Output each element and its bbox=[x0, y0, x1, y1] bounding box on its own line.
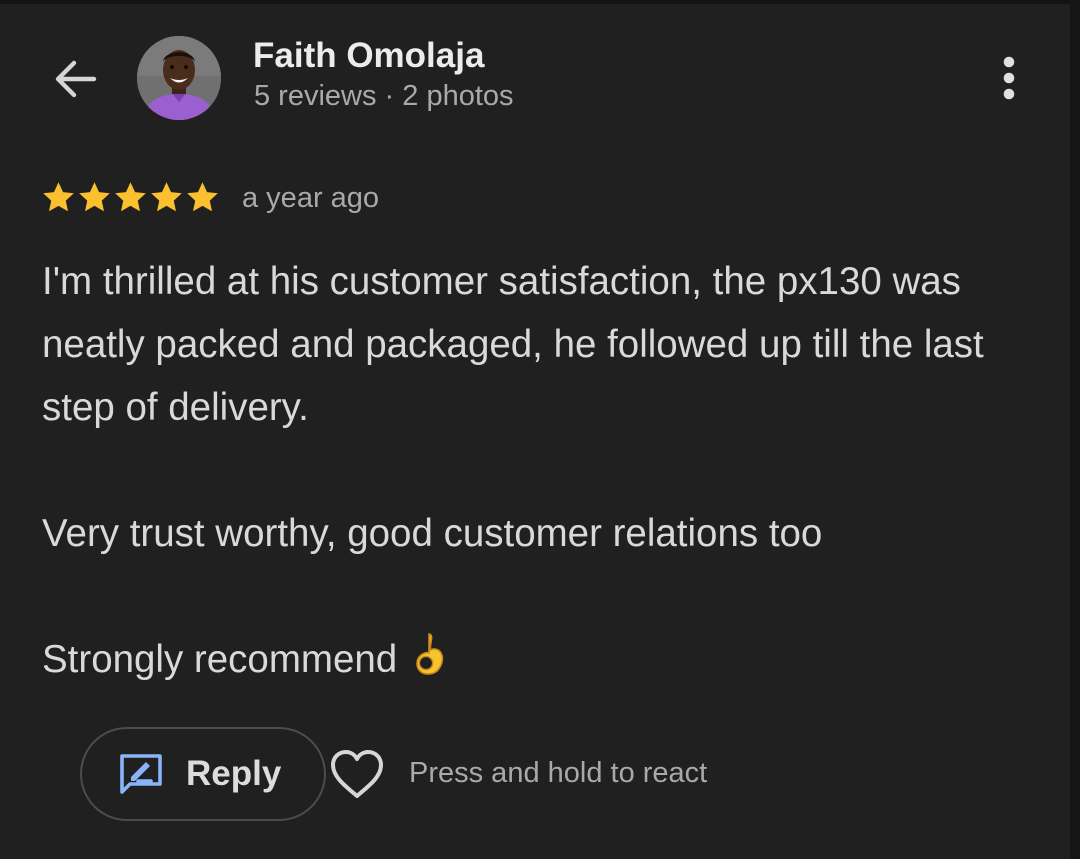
more-options-button[interactable] bbox=[986, 50, 1032, 106]
review-paragraph-3-text: Strongly recommend bbox=[42, 638, 398, 681]
rate-review-icon bbox=[120, 754, 162, 794]
review-text: I'm thrilled at his customer satisfactio… bbox=[42, 250, 1032, 691]
reviewer-name[interactable]: Faith Omolaja bbox=[253, 36, 484, 76]
review-paragraph-1: I'm thrilled at his customer satisfactio… bbox=[42, 260, 984, 429]
arrow-left-icon bbox=[55, 60, 97, 98]
review-paragraph-3: Strongly recommend bbox=[42, 628, 1032, 691]
reply-button[interactable]: Reply bbox=[80, 727, 326, 821]
star-icon bbox=[115, 182, 146, 212]
react-heart-button[interactable] bbox=[328, 748, 386, 802]
heart-outline-icon bbox=[331, 750, 383, 798]
reviewer-meta: 5 reviews · 2 photos bbox=[254, 80, 514, 112]
star-icon bbox=[187, 182, 218, 212]
star-icon bbox=[79, 182, 110, 212]
avatar[interactable] bbox=[137, 36, 221, 120]
star-icon bbox=[43, 182, 74, 212]
star-icon bbox=[151, 182, 182, 212]
star-rating bbox=[41, 180, 220, 215]
review-paragraph-2: Very trust worthy, good customer relatio… bbox=[42, 512, 823, 555]
react-hint: Press and hold to react bbox=[409, 757, 708, 789]
top-edge bbox=[0, 0, 1080, 4]
review-screen: Faith Omolaja 5 reviews · 2 photos a yea… bbox=[0, 0, 1080, 859]
reply-label: Reply bbox=[186, 754, 282, 793]
review-time: a year ago bbox=[242, 182, 380, 214]
back-button[interactable] bbox=[44, 48, 106, 110]
ok-hand-emoji bbox=[411, 633, 445, 681]
scroll-edge bbox=[1070, 0, 1080, 859]
more-vertical-icon bbox=[1003, 56, 1015, 100]
reviewer-photo bbox=[137, 36, 221, 120]
